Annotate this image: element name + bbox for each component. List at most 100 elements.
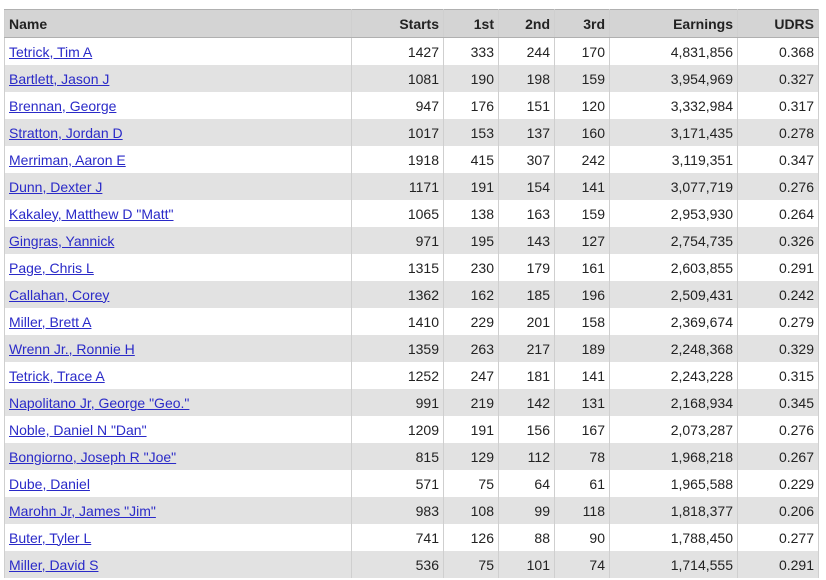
earnings-cell: 3,119,351 <box>609 146 738 173</box>
driver-name-link[interactable]: Buter, Tyler L <box>9 530 91 546</box>
driver-name-link[interactable]: Brennan, George <box>9 98 116 114</box>
udrs-cell: 0.277 <box>737 524 819 551</box>
starts-cell: 741 <box>351 524 444 551</box>
first-cell: 415 <box>443 146 499 173</box>
name-cell: Wrenn Jr., Ronnie H <box>4 335 352 362</box>
udrs-cell: 0.267 <box>737 443 819 470</box>
first-cell: 219 <box>443 389 499 416</box>
driver-name-link[interactable]: Bartlett, Jason J <box>9 71 109 87</box>
starts-cell: 1918 <box>351 146 444 173</box>
second-cell: 185 <box>498 281 555 308</box>
driver-name-link[interactable]: Wrenn Jr., Ronnie H <box>9 341 135 357</box>
starts-cell: 1410 <box>351 308 444 335</box>
driver-name-link[interactable]: Tetrick, Trace A <box>9 368 105 384</box>
table-row: Bongiorno, Joseph R "Joe" 815 129 112 78 1,96… <box>4 443 819 470</box>
header-row: Name Starts 1st 2nd 3rd Earnings UDRS <box>4 9 819 38</box>
third-cell: 242 <box>554 146 610 173</box>
header-earnings[interactable]: Earnings <box>609 9 738 38</box>
name-cell: Miller, David S <box>4 551 352 578</box>
name-cell: Bongiorno, Joseph R "Joe" <box>4 443 352 470</box>
starts-cell: 1252 <box>351 362 444 389</box>
name-cell: Marohn Jr, James "Jim" <box>4 497 352 524</box>
driver-name-link[interactable]: Bongiorno, Joseph R "Joe" <box>9 449 176 465</box>
table-row: Dube, Daniel 571 75 64 61 1,965,588 0.229 <box>4 470 819 497</box>
starts-cell: 1427 <box>351 37 444 65</box>
name-cell: Dube, Daniel <box>4 470 352 497</box>
starts-cell: 1081 <box>351 65 444 92</box>
second-cell: 156 <box>498 416 555 443</box>
table-row: Marohn Jr, James "Jim" 983 108 99 118 1,818,3… <box>4 497 819 524</box>
third-cell: 170 <box>554 37 610 65</box>
driver-name-link[interactable]: Dunn, Dexter J <box>9 179 102 195</box>
table-row: Callahan, Corey 1362 162 185 196 2,509,431 0.2… <box>4 281 819 308</box>
table-body: Tetrick, Tim A 1427 333 244 170 4,831,856 0.36… <box>4 37 819 578</box>
name-cell: Kakaley, Matthew D "Matt" <box>4 200 352 227</box>
driver-name-link[interactable]: Merriman, Aaron E <box>9 152 126 168</box>
name-cell: Buter, Tyler L <box>4 524 352 551</box>
starts-cell: 1209 <box>351 416 444 443</box>
name-cell: Brennan, George <box>4 92 352 119</box>
udrs-cell: 0.329 <box>737 335 819 362</box>
earnings-cell: 3,171,435 <box>609 119 738 146</box>
third-cell: 131 <box>554 389 610 416</box>
first-cell: 176 <box>443 92 499 119</box>
table-row: Gingras, Yannick 971 195 143 127 2,754,735 0.3… <box>4 227 819 254</box>
second-cell: 99 <box>498 497 555 524</box>
header-3rd[interactable]: 3rd <box>554 9 610 38</box>
udrs-cell: 0.327 <box>737 65 819 92</box>
table-row: Stratton, Jordan D 1017 153 137 160 3,171,435… <box>4 119 819 146</box>
second-cell: 137 <box>498 119 555 146</box>
first-cell: 333 <box>443 37 499 65</box>
driver-name-link[interactable]: Noble, Daniel N "Dan" <box>9 422 147 438</box>
udrs-cell: 0.276 <box>737 416 819 443</box>
table-row: Tetrick, Tim A 1427 333 244 170 4,831,856 0.36… <box>4 37 819 65</box>
header-starts[interactable]: Starts <box>351 9 444 38</box>
third-cell: 78 <box>554 443 610 470</box>
driver-name-link[interactable]: Gingras, Yannick <box>9 233 114 249</box>
first-cell: 108 <box>443 497 499 524</box>
first-cell: 138 <box>443 200 499 227</box>
header-2nd[interactable]: 2nd <box>498 9 555 38</box>
header-name[interactable]: Name <box>4 9 352 38</box>
udrs-cell: 0.279 <box>737 308 819 335</box>
udrs-cell: 0.278 <box>737 119 819 146</box>
second-cell: 179 <box>498 254 555 281</box>
driver-name-link[interactable]: Miller, Brett A <box>9 314 91 330</box>
header-udrs[interactable]: UDRS <box>737 9 819 38</box>
earnings-cell: 1,965,588 <box>609 470 738 497</box>
name-cell: Tetrick, Tim A <box>4 37 352 65</box>
third-cell: 161 <box>554 254 610 281</box>
third-cell: 61 <box>554 470 610 497</box>
starts-cell: 1359 <box>351 335 444 362</box>
udrs-cell: 0.347 <box>737 146 819 173</box>
driver-name-link[interactable]: Page, Chris L <box>9 260 94 276</box>
driver-name-link[interactable]: Napolitano Jr, George "Geo." <box>9 395 189 411</box>
header-1st[interactable]: 1st <box>443 9 499 38</box>
third-cell: 141 <box>554 362 610 389</box>
name-cell: Noble, Daniel N "Dan" <box>4 416 352 443</box>
table-row: Brennan, George 947 176 151 120 3,332,984 0.31… <box>4 92 819 119</box>
driver-name-link[interactable]: Marohn Jr, James "Jim" <box>9 503 156 519</box>
earnings-cell: 2,243,228 <box>609 362 738 389</box>
third-cell: 159 <box>554 200 610 227</box>
driver-name-link[interactable]: Stratton, Jordan D <box>9 125 123 141</box>
name-cell: Tetrick, Trace A <box>4 362 352 389</box>
starts-cell: 1065 <box>351 200 444 227</box>
driver-name-link[interactable]: Tetrick, Tim A <box>9 44 92 60</box>
second-cell: 201 <box>498 308 555 335</box>
starts-cell: 815 <box>351 443 444 470</box>
udrs-cell: 0.206 <box>737 497 819 524</box>
driver-name-link[interactable]: Callahan, Corey <box>9 287 109 303</box>
driver-name-link[interactable]: Dube, Daniel <box>9 476 90 492</box>
earnings-cell: 3,954,969 <box>609 65 738 92</box>
third-cell: 74 <box>554 551 610 578</box>
earnings-cell: 1,714,555 <box>609 551 738 578</box>
udrs-cell: 0.345 <box>737 389 819 416</box>
starts-cell: 991 <box>351 389 444 416</box>
earnings-cell: 2,248,368 <box>609 335 738 362</box>
name-cell: Bartlett, Jason J <box>4 65 352 92</box>
udrs-cell: 0.229 <box>737 470 819 497</box>
driver-name-link[interactable]: Miller, David S <box>9 557 98 573</box>
driver-name-link[interactable]: Kakaley, Matthew D "Matt" <box>9 206 174 222</box>
name-cell: Gingras, Yannick <box>4 227 352 254</box>
